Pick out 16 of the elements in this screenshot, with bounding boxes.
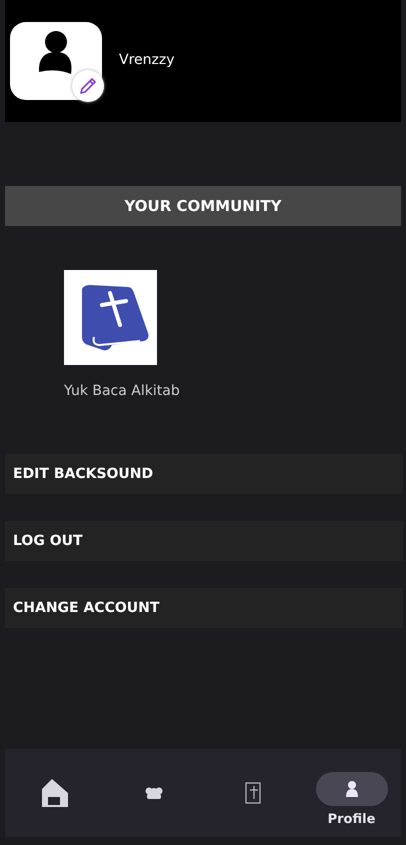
tab-label: Profile — [328, 812, 376, 826]
house-icon — [42, 779, 68, 807]
menu-item[interactable]: CHANGE ACCOUNT — [5, 588, 403, 628]
person-icon — [38, 30, 74, 74]
book-cross-icon — [244, 782, 260, 804]
avatar[interactable] — [10, 22, 102, 100]
menu-item[interactable]: EDIT BACKSOUND — [5, 454, 403, 494]
community-item[interactable]: Yuk Baca Alkitab — [64, 270, 180, 454]
group-icon — [144, 786, 162, 800]
section-heading: YOUR COMMUNITY — [5, 186, 401, 226]
edit-button[interactable] — [72, 70, 104, 102]
nav-tab[interactable]: Profile — [302, 772, 401, 826]
username: Vrenzzy — [119, 52, 174, 68]
menu-item[interactable]: LOG OUT — [5, 521, 403, 561]
person-icon — [346, 780, 358, 796]
pencil-icon — [78, 76, 98, 96]
